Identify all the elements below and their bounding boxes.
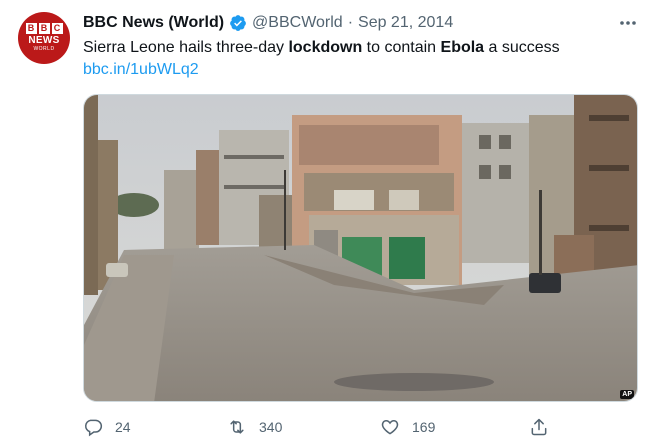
reply-icon: [85, 419, 103, 437]
verified-badge-icon: [229, 14, 247, 32]
like-count: 169: [412, 419, 436, 435]
retweet-button[interactable]: 340: [227, 414, 282, 440]
tweet-text-part: Sierra Leone hails three-day: [83, 39, 289, 56]
like-button[interactable]: 169: [380, 414, 435, 440]
tweet-text-bold: Ebola: [440, 39, 485, 56]
photo-credit-badge: AP: [620, 390, 634, 399]
tweet-date[interactable]: Sep 21, 2014: [358, 14, 453, 32]
user-handle[interactable]: @BBCWorld: [252, 14, 343, 32]
avatar-world-text: WORLD: [33, 46, 55, 52]
avatar[interactable]: B B C NEWS WORLD: [18, 12, 70, 64]
logo-block-b2: B: [38, 23, 50, 34]
reply-button[interactable]: 24: [83, 414, 131, 440]
retweet-count: 340: [259, 419, 283, 435]
tweet-actions: 24 340 169: [83, 414, 563, 440]
reply-count: 24: [115, 419, 131, 435]
tweet-text-part: a success: [484, 39, 560, 56]
logo-block-c: C: [51, 23, 63, 34]
avatar-news-text: NEWS: [28, 35, 60, 46]
tweet-header: BBC News (World) @BBCWorld · Sep 21, 201…: [83, 12, 453, 34]
separator-dot: ·: [347, 14, 354, 31]
tweet-link[interactable]: bbc.in/1ubWLq2: [83, 59, 199, 80]
display-name[interactable]: BBC News (World): [83, 14, 224, 32]
street-scene-image: [84, 95, 637, 401]
tweet-text-part: to contain: [362, 39, 441, 56]
heart-icon: [381, 419, 399, 435]
tweet-text: Sierra Leone hails three-day lockdown to…: [83, 37, 623, 58]
tweet-photo[interactable]: AP: [83, 94, 638, 402]
retweet-icon: [230, 420, 244, 434]
bbc-logo-blocks: B B C: [25, 23, 63, 34]
logo-block-b1: B: [25, 23, 37, 34]
share-icon: [531, 418, 547, 436]
share-button[interactable]: [529, 414, 561, 440]
more-icon[interactable]: [614, 14, 642, 32]
tweet-text-bold: lockdown: [288, 39, 363, 56]
